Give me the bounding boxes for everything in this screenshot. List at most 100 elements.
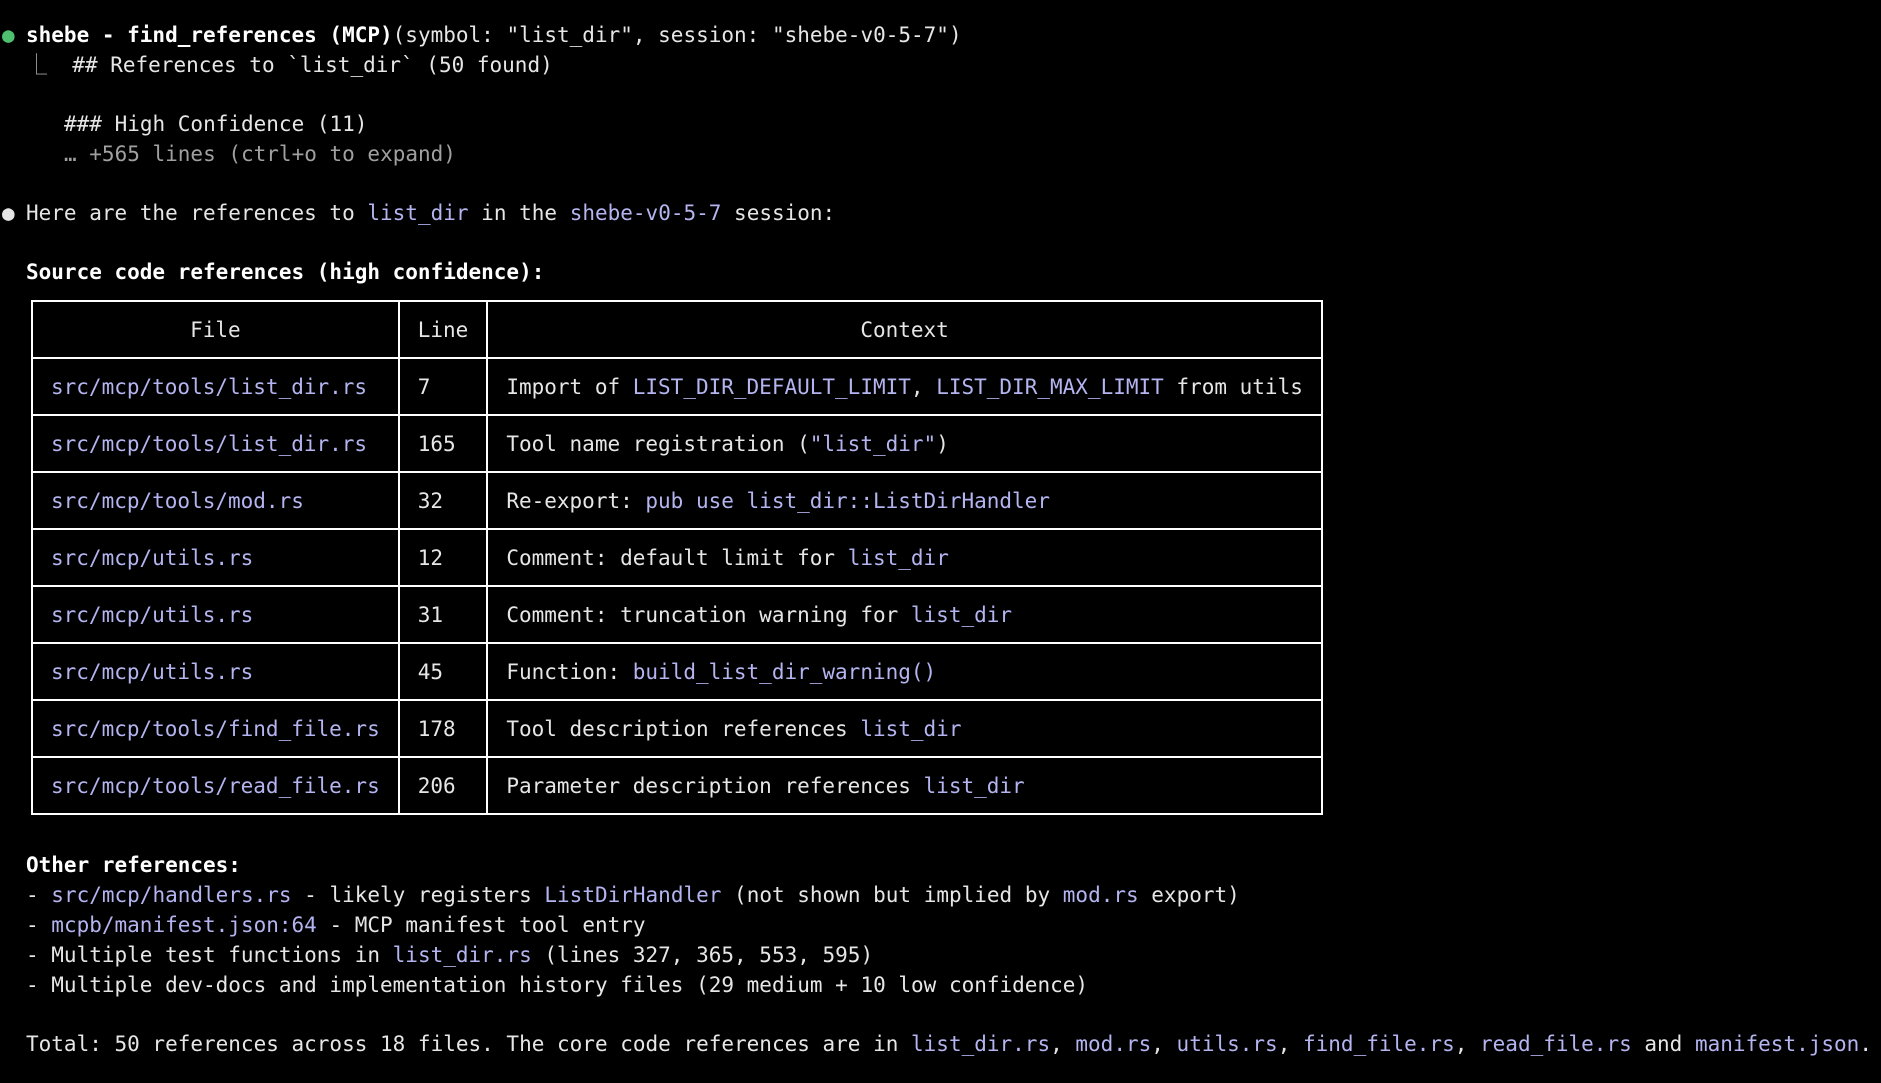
code-ref: manifest.json [1694, 1032, 1860, 1056]
text-segment: ) [936, 431, 949, 456]
source-heading: Source code references (high confidence)… [26, 260, 545, 284]
context-cell: Tool name registration ("list_dir") [486, 414, 1323, 473]
result-text-1: ## References to `list_dir` (50 found) [72, 53, 553, 77]
text-segment: Comment: truncation warning for [506, 602, 911, 627]
result-branch-icon: ⎿ [26, 53, 47, 77]
list-item: - src/mcp/handlers.rs - likely registers… [26, 880, 1240, 910]
header-file: File [31, 300, 400, 359]
code-ref: src/mcp/handlers.rs [51, 883, 292, 907]
line-number-cell: 178 [397, 699, 489, 758]
tool-call-header: shebe - find_references (MCP)(symbol: "l… [26, 20, 962, 50]
text-segment: Parameter description references [506, 773, 924, 798]
code-ref: ListDirHandler [544, 883, 722, 907]
code-ref: list_dir [860, 716, 962, 741]
line-number-cell: 7 [397, 357, 489, 416]
text-segment: - [26, 883, 52, 907]
text-segment: Import of [506, 374, 633, 399]
text-segment: export) [1138, 883, 1240, 907]
other-heading: Other references: [26, 853, 241, 877]
text-segment: - likely registers [291, 883, 545, 907]
text-segment: , [1151, 1032, 1177, 1056]
code-ref: read_file.rs [1480, 1032, 1632, 1056]
text-segment: - Multiple test functions in [26, 943, 393, 967]
text-segment: (lines 327, 365, 553, 595) [531, 943, 874, 967]
line-number-cell: 45 [397, 642, 489, 701]
file-path-cell: src/mcp/tools/list_dir.rs [31, 357, 400, 416]
intro-session: shebe-v0-5-7 [569, 201, 722, 225]
code-ref: build_list_dir_warning() [632, 659, 937, 684]
text-segment: - MCP manifest tool entry [316, 913, 646, 937]
table-row: src/mcp/tools/list_dir.rs 7 Import of LIST… [31, 357, 1323, 416]
table-row: src/mcp/utils.rs 31 Comment: truncation wa… [31, 585, 1323, 644]
code-ref: list_dir [910, 602, 1013, 627]
text-segment: Function: [506, 659, 633, 684]
text-segment: Comment: default limit for [506, 545, 848, 570]
code-ref: find_file.rs [1303, 1032, 1455, 1056]
list-item: - mcpb/manifest.json:64 - MCP manifest t… [26, 910, 646, 940]
table-row: src/mcp/tools/list_dir.rs 165 Tool name re… [31, 414, 1323, 473]
line-number-cell: 31 [397, 585, 489, 644]
code-ref: list_dir.rs [911, 1032, 1051, 1056]
table-row: src/mcp/tools/find_file.rs 178 Tool descri… [31, 699, 1323, 758]
context-cell: Comment: truncation warning for list_dir [486, 585, 1323, 644]
answer-bullet: ● [2, 201, 15, 225]
tool-args: (symbol: "list_dir", session: "shebe-v0-… [392, 23, 962, 47]
tool-name: shebe - find_references (MCP) [26, 23, 393, 47]
file-path-cell: src/mcp/utils.rs [31, 528, 400, 587]
code-ref: mod.rs [1062, 883, 1139, 907]
text-segment: Re-export: [506, 488, 646, 513]
text-segment: Total: 50 references across 18 files. Th… [26, 1032, 912, 1056]
file-path-cell: src/mcp/tools/mod.rs [31, 471, 400, 530]
code-ref: pub use list_dir::ListDirHandler [645, 488, 1050, 513]
file-path-cell: src/mcp/tools/read_file.rs [31, 756, 400, 815]
code-ref: LIST_DIR_DEFAULT_LIMIT [632, 374, 911, 399]
text-segment: , [910, 374, 937, 399]
code-ref: mod.rs [1075, 1032, 1152, 1056]
context-cell: Import of LIST_DIR_DEFAULT_LIMIT, LIST_D… [486, 357, 1323, 416]
table-row: src/mcp/tools/mod.rs 32 Re-export: pub use… [31, 471, 1323, 530]
line-number-cell: 165 [397, 414, 489, 473]
text-segment: and [1631, 1032, 1695, 1056]
text-segment: Tool name registration ( [506, 431, 810, 456]
table-row: src/mcp/tools/read_file.rs 206 Parameter d… [31, 756, 1323, 815]
text-segment: , [1050, 1032, 1076, 1056]
code-ref: list_dir.rs [392, 943, 532, 967]
context-cell: Tool description references list_dir [486, 699, 1323, 758]
text-segment: , [1454, 1032, 1481, 1056]
expand-hint[interactable]: … +565 lines (ctrl+o to expand) [64, 139, 456, 169]
table-row: src/mcp/utils.rs 12 Comment: default limit… [31, 528, 1323, 587]
code-ref: LIST_DIR_MAX_LIMIT [936, 374, 1164, 399]
tool-status-dot: ● [2, 23, 15, 47]
references-table: File Line Context src/mcp/tools/list_dir… [31, 300, 1323, 815]
code-ref: utils.rs [1176, 1032, 1278, 1056]
line-number-cell: 206 [397, 756, 489, 815]
line-number-cell: 32 [397, 471, 489, 530]
table-row: src/mcp/utils.rs 45 Function: build_list_d… [31, 642, 1323, 701]
header-line: Line [397, 300, 489, 359]
code-ref: list_dir [847, 545, 949, 570]
answer-intro: Here are the references to list_dir in t… [26, 201, 836, 225]
list-item: - Multiple test functions in list_dir.rs… [26, 940, 873, 970]
total-summary: Total: 50 references across 18 files. Th… [26, 1029, 1872, 1059]
intro-symbol: list_dir [367, 201, 469, 225]
code-ref: list_dir [923, 773, 1025, 798]
list-item: - Multiple dev-docs and implementation h… [26, 970, 1088, 1000]
line-number-cell: 12 [397, 528, 489, 587]
header-context: Context [486, 300, 1323, 359]
context-cell: Parameter description references list_di… [486, 756, 1323, 815]
file-path-cell: src/mcp/utils.rs [31, 642, 400, 701]
text-segment: , [1277, 1032, 1303, 1056]
text-segment: . [1859, 1032, 1872, 1056]
context-cell: Re-export: pub use list_dir::ListDirHand… [486, 471, 1323, 530]
code-ref: mcpb/manifest.json:64 [51, 913, 317, 937]
text-segment: (not shown but implied by [721, 883, 1063, 907]
text-segment: - [26, 913, 52, 937]
file-path-cell: src/mcp/tools/list_dir.rs [31, 414, 400, 473]
context-cell: Function: build_list_dir_warning() [486, 642, 1323, 701]
table-header-row: File Line Context [31, 300, 1323, 359]
text-segment: Tool description references [506, 716, 861, 741]
tool-result-line-1: ⎿ ## References to `list_dir` (50 found) [26, 50, 553, 80]
context-cell: Comment: default limit for list_dir [486, 528, 1323, 587]
file-path-cell: src/mcp/utils.rs [31, 585, 400, 644]
code-ref: "list_dir" [809, 431, 937, 456]
